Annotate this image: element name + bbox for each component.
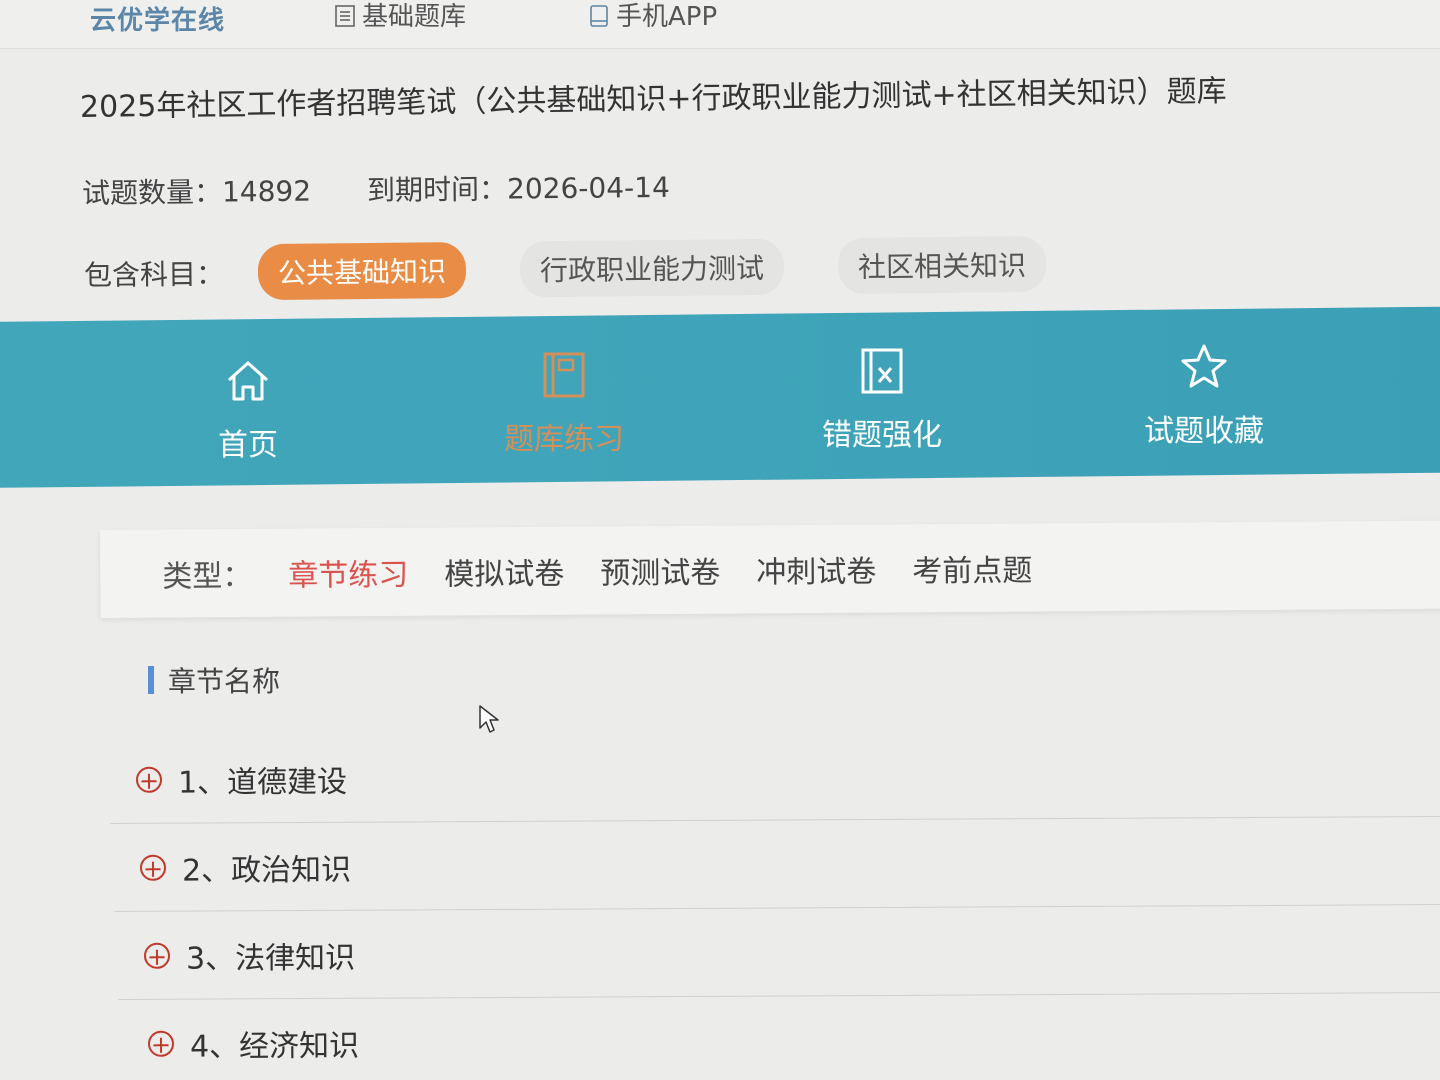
star-icon — [1181, 344, 1227, 388]
type-predict-exam[interactable]: 预测试卷 — [600, 548, 720, 593]
heading-accent-bar — [148, 666, 154, 694]
expand-plus-icon[interactable]: + — [135, 766, 163, 794]
course-title: 2025年社区工作者招聘笔试（公共基础知识+行政职业能力测试+社区相关知识）题库 — [79, 73, 1227, 125]
chapter-row[interactable]: + 3、法律知识 — [117, 904, 1440, 1000]
subjects-row: 包含科目： 公共基础知识 行政职业能力测试 社区相关知识 — [84, 235, 1101, 302]
subject-pill-community[interactable]: 社区相关知识 — [837, 235, 1047, 295]
nav-basic-question-bank[interactable]: 基础题库 — [334, 0, 466, 33]
type-label: 类型： — [162, 558, 253, 595]
type-mock-exam[interactable]: 模拟试卷 — [444, 549, 564, 594]
expand-plus-icon[interactable]: + — [147, 1030, 175, 1058]
subject-pill-admin-aptitude[interactable]: 行政职业能力测试 — [519, 238, 785, 298]
tab-favorites[interactable]: 试题收藏 — [1104, 342, 1304, 450]
type-pre-exam-tips[interactable]: 考前点题 — [912, 545, 1032, 590]
chapter-heading-label: 章节名称 — [168, 665, 281, 698]
home-icon — [227, 361, 269, 401]
subject-pill-public-basics[interactable]: 公共基础知识 — [257, 242, 467, 301]
course-meta: 试题数量：14892 到期时间：2026-04-14 — [82, 166, 670, 212]
nav-label: 基础题库 — [362, 2, 467, 32]
chapter-row[interactable]: + 4、经济知识 — [121, 992, 1440, 1080]
expand-plus-icon[interactable]: + — [143, 942, 171, 970]
type-filter-bar: 类型： 章节练习 模拟试卷 预测试卷 冲刺试卷 考前点题 — [100, 520, 1440, 618]
document-icon — [334, 4, 356, 27]
nav-mobile-app[interactable]: 手机APP — [588, 0, 717, 33]
tab-label: 首页 — [218, 428, 278, 463]
chapter-name: 1、道德建设 — [177, 764, 348, 801]
chapter-row[interactable]: + 1、道德建设 — [109, 728, 1440, 824]
expand-plus-icon[interactable]: + — [139, 854, 167, 882]
chapter-name: 2、政治知识 — [181, 852, 352, 889]
top-header: 云优学在线 基础题库 手机APP — [0, 0, 1440, 49]
question-count: 试题数量：14892 — [81, 174, 312, 210]
tab-label: 试题收藏 — [1144, 414, 1264, 449]
subjects-label: 包含科目： — [83, 257, 225, 292]
tab-label: 错题强化 — [822, 418, 942, 453]
book-icon — [543, 352, 585, 398]
mouse-cursor-icon — [479, 705, 499, 733]
type-sprint-exam[interactable]: 冲刺试卷 — [756, 547, 876, 592]
tab-label: 题库练习 — [504, 422, 624, 457]
nav-label: 手机APP — [616, 2, 718, 32]
chapter-row[interactable]: + 2、政治知识 — [113, 816, 1440, 912]
chapter-name: 3、法律知识 — [185, 940, 356, 977]
phone-icon — [588, 4, 610, 27]
brand-logo[interactable]: 云优学在线 — [90, 0, 225, 37]
type-chapter-practice[interactable]: 章节练习 — [288, 550, 408, 595]
wrong-book-icon — [861, 348, 903, 394]
tab-home[interactable]: 首页 — [148, 356, 348, 464]
tab-question-practice[interactable]: 题库练习 — [464, 350, 664, 458]
chapter-name: 4、经济知识 — [189, 1028, 360, 1065]
page: 云优学在线 基础题库 手机APP 2025年社区工作者招聘笔试（公共基础知识+行… — [0, 0, 1440, 1080]
chapter-list-heading: 章节名称 — [148, 660, 280, 700]
expiry-date: 到期时间：2026-04-14 — [366, 170, 670, 208]
tab-wrong-reinforce[interactable]: 错题强化 — [782, 346, 982, 454]
